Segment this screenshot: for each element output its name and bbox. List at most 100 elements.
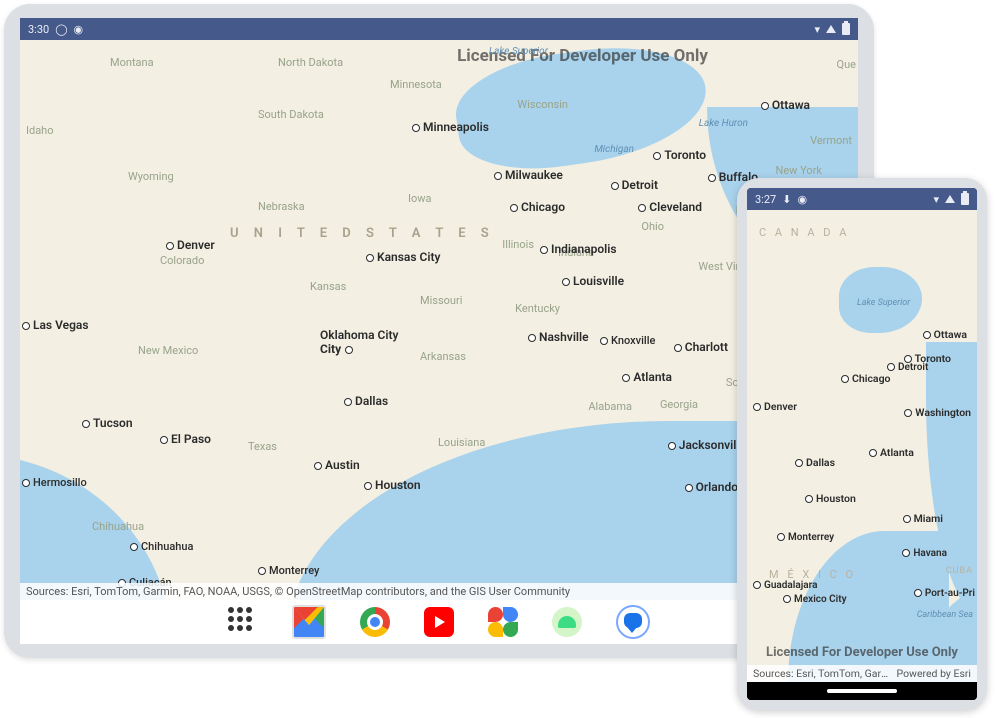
signal-icon: [945, 195, 955, 203]
city-havana: Havana: [902, 548, 947, 559]
state-vt: Vermont: [810, 134, 852, 147]
sync-icon: ◉: [74, 23, 84, 36]
phone-clock: 3:27: [755, 193, 776, 206]
photos-icon[interactable]: [488, 607, 518, 637]
city-dallas: Dallas: [795, 456, 835, 469]
state-missouri: Missouri: [420, 294, 462, 307]
state-arkansas: Arkansas: [420, 350, 466, 363]
lake-huron-label: Lake Huron: [699, 118, 748, 129]
city-ottawa: Ottawa: [923, 328, 967, 341]
city-knoxville: Knoxville: [600, 334, 655, 347]
city-toronto: Toronto: [653, 148, 706, 162]
tablet-dock: [20, 600, 858, 644]
caribbean-label: Caribbean Sea: [917, 610, 973, 620]
city-chicago: Chicago: [841, 372, 890, 385]
state-montana: Montana: [110, 56, 154, 69]
state-texas: Texas: [248, 440, 277, 453]
city-washington: Washington: [904, 406, 971, 419]
state-kansas: Kansas: [310, 280, 346, 293]
city-indy: Indianapolis: [540, 242, 617, 256]
city-charlotte: Charlott: [674, 340, 728, 354]
state-wyoming: Wyoming: [128, 170, 174, 183]
battery-icon: [842, 23, 850, 35]
chrome-icon[interactable]: [360, 607, 390, 637]
no-sim-icon: ◯: [55, 23, 67, 36]
city-dallas: Dallas: [344, 394, 388, 408]
wifi-icon: ▾: [814, 23, 820, 36]
city-tucson: Tucson: [82, 416, 133, 430]
city-atlanta: Atlanta: [869, 446, 914, 459]
city-denver: Denver: [166, 238, 215, 252]
city-monterrey: Monterrey: [777, 532, 834, 543]
tablet-clock: 3:30: [28, 23, 49, 36]
state-ky: Kentucky: [515, 302, 560, 315]
state-al: Alabama: [588, 400, 632, 413]
state-colorado: Colorado: [160, 254, 204, 267]
city-okc: Oklahoma CityCity: [320, 328, 398, 356]
city-houston: Houston: [805, 492, 856, 505]
lake-superior-label: Lake Superior: [857, 298, 910, 308]
city-minneapolis: Minneapolis: [412, 120, 489, 134]
state-il: Illinois: [502, 238, 534, 251]
state-sd: South Dakota: [258, 108, 324, 121]
battery-icon: [961, 193, 969, 205]
state-iowa: Iowa: [408, 192, 432, 205]
state-mn: Minnesota: [390, 78, 442, 91]
attribution-poweredby: Powered by Esri: [897, 667, 971, 680]
phone-map-view[interactable]: C A N A D A M É X I C O CUBA Lake Superi…: [747, 210, 977, 682]
tablet-screen: 3:30 ◯ ◉ ▾ Licensed For Developer Use On…: [20, 18, 858, 644]
city-detroit: Detroit: [887, 362, 928, 373]
city-elpaso: El Paso: [160, 432, 211, 446]
city-jacksonville: Jacksonville: [668, 438, 746, 452]
state-ohio: Ohio: [641, 220, 664, 233]
attribution-sources: Sources: Esri, TomTom, Garmin, FAO, NO..…: [753, 667, 891, 680]
wifi-icon: ▾: [933, 193, 939, 206]
state-que: Que: [837, 58, 856, 71]
tablet-map-view[interactable]: Licensed For Developer Use Only U N I T …: [20, 40, 858, 600]
country-label-usa: U N I T E D S T A T E S: [230, 226, 495, 241]
state-nm: New Mexico: [138, 344, 198, 357]
android-icon[interactable]: [552, 607, 582, 637]
state-nebraska: Nebraska: [258, 200, 305, 213]
country-canada: C A N A D A: [759, 226, 849, 239]
city-atlanta: Atlanta: [622, 370, 672, 384]
youtube-icon[interactable]: [424, 607, 454, 637]
state-ga: Georgia: [660, 398, 698, 411]
phone-status-bar: 3:27 ⬇ ◉ ▾: [747, 188, 977, 210]
developer-watermark: Licensed For Developer Use Only: [747, 645, 977, 660]
signal-icon: [826, 25, 836, 33]
state-chih: Chihuahua: [92, 520, 144, 533]
phone-screen: 3:27 ⬇ ◉ ▾ C A N A D A M É X I C O CUBA …: [747, 188, 977, 700]
state-wi: Wisconsin: [517, 98, 568, 111]
city-houston: Houston: [364, 478, 421, 492]
city-portauprince: Port-au-Pri: [914, 588, 975, 599]
phone-attribution: Sources: Esri, TomTom, Garmin, FAO, NO..…: [747, 665, 977, 682]
city-nashville: Nashville: [528, 330, 589, 344]
city-kc: Kansas City: [366, 250, 440, 264]
apps-icon[interactable]: [228, 607, 258, 637]
phone-device: 3:27 ⬇ ◉ ▾ C A N A D A M É X I C O CUBA …: [737, 178, 987, 710]
city-guadalajara: Guadalajara: [753, 580, 817, 591]
city-louisville: Louisville: [562, 274, 624, 288]
nav-home-pill[interactable]: [827, 689, 897, 693]
country-cuba: CUBA: [946, 566, 973, 576]
tablet-attribution: Sources: Esri, TomTom, Garmin, FAO, NOAA…: [20, 583, 858, 600]
messages-icon[interactable]: [616, 605, 650, 639]
city-chicago: Chicago: [510, 200, 565, 214]
state-la: Louisiana: [438, 436, 485, 449]
city-denver: Denver: [753, 400, 797, 413]
state-nd: North Dakota: [278, 56, 343, 69]
city-mexicocity: Mexico City: [783, 594, 847, 605]
gmail-icon[interactable]: [292, 605, 326, 639]
city-miami: Miami: [903, 512, 943, 525]
city-chihuahua: Chihuahua: [130, 540, 193, 553]
city-lasvegas: Las Vegas: [22, 318, 89, 332]
lake-michigan-label: Michigan: [594, 144, 634, 155]
phone-nav-bar[interactable]: [747, 682, 977, 700]
state-idaho: Idaho: [26, 124, 54, 137]
city-milwaukee: Milwaukee: [494, 168, 563, 182]
download-icon: ⬇: [782, 193, 791, 206]
city-detroit: Detroit: [611, 178, 658, 192]
city-monterrey: Monterrey: [258, 564, 319, 577]
sync-icon: ◉: [797, 193, 807, 206]
